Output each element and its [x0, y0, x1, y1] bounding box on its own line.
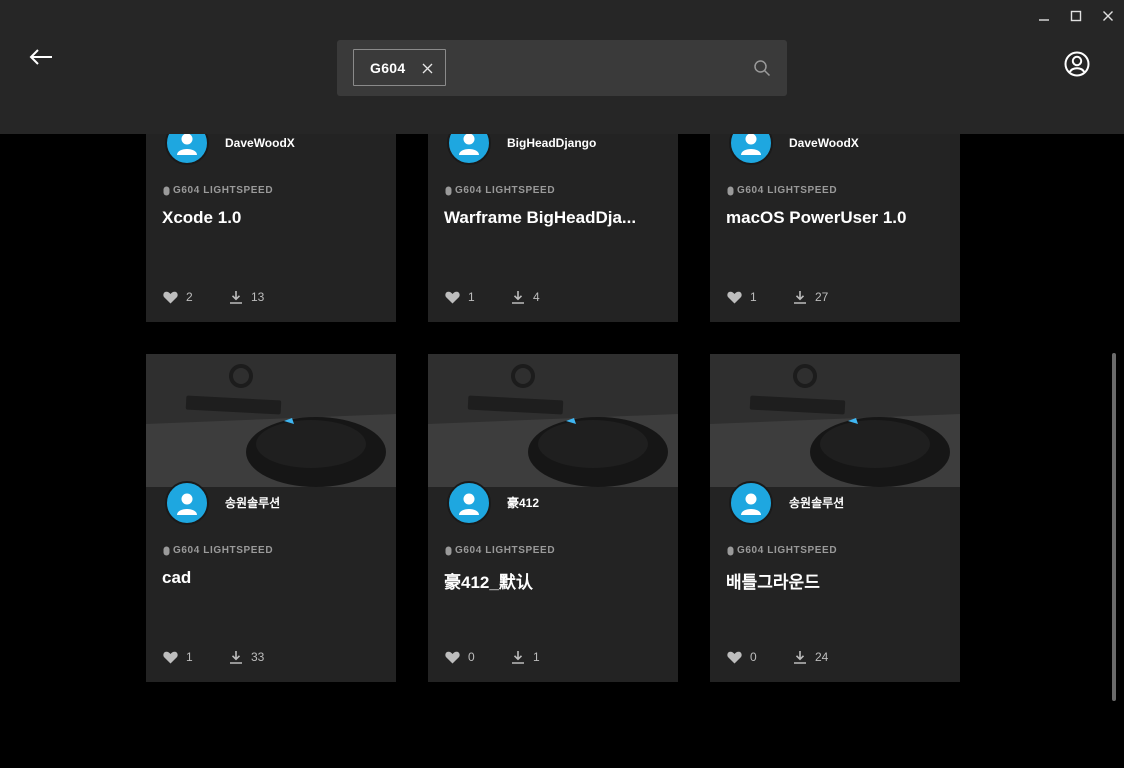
device-tag: G604 LIGHTSPEED [445, 185, 555, 196]
heart-icon [727, 651, 742, 663]
download-button[interactable]: 4 [511, 290, 540, 304]
heart-icon [445, 291, 460, 303]
profile-card[interactable]: 송원솔루션 G604 LIGHTSPEED 배틀그라운드 0 24 [710, 354, 960, 682]
chip-remove-button[interactable] [419, 60, 435, 76]
download-icon [512, 651, 524, 664]
heart-icon [445, 651, 460, 663]
minimize-button[interactable] [1033, 6, 1055, 26]
device-tag: G604 LIGHTSPEED [727, 185, 837, 196]
close-window-button[interactable] [1097, 6, 1119, 26]
mouse-icon [727, 546, 734, 555]
filter-chip-label: G604 [370, 59, 406, 76]
heart-icon [727, 291, 742, 303]
card-stats: 1 33 [163, 650, 264, 664]
card-stats: 2 13 [163, 290, 264, 304]
mouse-photo [428, 354, 678, 487]
download-button[interactable]: 24 [793, 650, 828, 664]
download-button[interactable]: 13 [229, 290, 264, 304]
author-name[interactable]: DaveWoodX [225, 136, 295, 150]
app-window: DaveWoodX G604 LIGHTSPEED Xcode 1.0 2 13 [0, 0, 1124, 768]
device-tag: G604 LIGHTSPEED [727, 545, 837, 556]
minimize-icon [1039, 19, 1049, 21]
account-button[interactable] [1063, 50, 1091, 78]
device-tag: G604 LIGHTSPEED [163, 545, 273, 556]
maximize-button[interactable] [1065, 6, 1087, 26]
download-button[interactable]: 27 [793, 290, 828, 304]
like-button[interactable]: 0 [445, 650, 511, 664]
card-title[interactable]: 배틀그라운드 [726, 568, 948, 593]
mouse-photo [710, 354, 960, 487]
card-title[interactable]: cad [162, 568, 384, 588]
mouse-icon [727, 186, 734, 195]
avatar [165, 481, 209, 525]
mouse-icon [445, 546, 452, 555]
close-icon [1103, 11, 1113, 21]
device-tag: G604 LIGHTSPEED [163, 185, 273, 196]
card-stats: 0 1 [445, 650, 540, 664]
download-icon [230, 651, 242, 664]
mouse-photo [146, 354, 396, 487]
download-icon [230, 291, 242, 304]
author-name[interactable]: DaveWoodX [789, 136, 859, 150]
like-button[interactable]: 2 [163, 290, 229, 304]
mouse-icon [445, 186, 452, 195]
profile-card[interactable]: 송원솔루션 G604 LIGHTSPEED cad 1 33 [146, 354, 396, 682]
like-button[interactable]: 1 [445, 290, 511, 304]
header-bar: G604 [0, 0, 1124, 134]
close-icon [422, 63, 432, 73]
scrollbar-thumb[interactable] [1112, 353, 1116, 701]
download-icon [512, 291, 524, 304]
download-icon [794, 291, 806, 304]
author-name[interactable]: 송원솔루션 [225, 494, 280, 511]
back-arrow-icon [29, 49, 52, 65]
like-button[interactable]: 1 [727, 290, 793, 304]
card-stats: 0 24 [727, 650, 828, 664]
back-button[interactable] [26, 44, 56, 70]
search-icon [754, 60, 771, 77]
author-name[interactable]: BigHeadDjango [507, 136, 596, 150]
author-name[interactable]: 송원솔루션 [789, 494, 844, 511]
card-title[interactable]: Warframe BigHeadDja... [444, 208, 666, 228]
author-name[interactable]: 豪412 [507, 494, 539, 511]
download-icon [794, 651, 806, 664]
account-icon [1064, 51, 1090, 77]
mouse-icon [163, 186, 170, 195]
search-input[interactable] [455, 48, 735, 88]
filter-chip[interactable]: G604 [353, 49, 446, 86]
avatar [729, 481, 773, 525]
heart-icon [163, 291, 178, 303]
user-icon [177, 493, 197, 515]
card-title[interactable]: macOS PowerUser 1.0 [726, 208, 948, 228]
download-button[interactable]: 33 [229, 650, 264, 664]
download-button[interactable]: 1 [511, 650, 540, 664]
user-icon [459, 493, 479, 515]
mouse-icon [163, 546, 170, 555]
search-button[interactable] [751, 57, 773, 79]
avatar [447, 481, 491, 525]
search-bar: G604 [337, 40, 787, 96]
card-stats: 1 4 [445, 290, 540, 304]
like-button[interactable]: 0 [727, 650, 793, 664]
maximize-icon [1070, 10, 1082, 22]
profile-card[interactable]: 豪412 G604 LIGHTSPEED 豪412_默认 0 1 [428, 354, 678, 682]
card-stats: 1 27 [727, 290, 828, 304]
user-icon [741, 493, 761, 515]
like-button[interactable]: 1 [163, 650, 229, 664]
heart-icon [163, 651, 178, 663]
card-title[interactable]: 豪412_默认 [444, 568, 666, 593]
card-title[interactable]: Xcode 1.0 [162, 208, 384, 228]
device-tag: G604 LIGHTSPEED [445, 545, 555, 556]
